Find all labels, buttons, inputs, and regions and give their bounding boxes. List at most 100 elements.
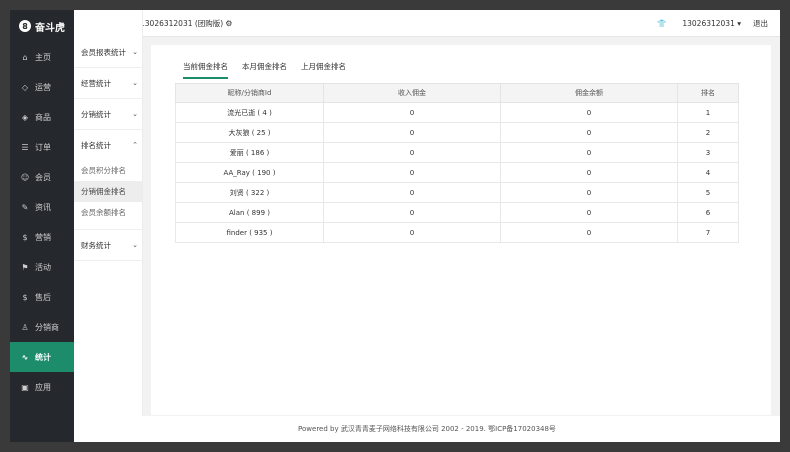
table-cell: 0 (323, 202, 501, 223)
store-switcher[interactable]: 13026312031 (团购版) ⚙ (140, 18, 232, 29)
subside-group: 财务统计 ⌄ (74, 230, 142, 261)
subside-item[interactable]: 会员积分排名 (74, 160, 142, 181)
user-icon: ♙ (21, 322, 29, 332)
table-header-cell: 排名 (677, 83, 739, 103)
table-cell: finder ( 935 ) (175, 222, 324, 243)
user-menu[interactable]: 13026312031 ▾ (682, 19, 741, 28)
subside-group-header[interactable]: 经营统计 ⌄ (74, 68, 142, 98)
sidebar-item-label: 活动 (35, 262, 51, 272)
edit-icon: ✎ (21, 202, 29, 212)
sidebar-item-label: 售后 (35, 292, 51, 302)
subside-group: 会员报表统计 ⌄ (74, 37, 142, 68)
subside-item[interactable]: 会员余额排名 (74, 202, 142, 223)
tab[interactable]: 上月佣金排名 (301, 61, 346, 79)
smile-icon: ☺ (20, 172, 30, 182)
table-cell: 0 (500, 222, 678, 243)
chevron-icon: ⌄ (132, 48, 138, 56)
top-bar-right: 👕 13026312031 ▾ 退出 (657, 18, 780, 29)
table-row: AA_Ray ( 190 ) 0 0 4 (175, 162, 739, 183)
table-header-cell: 昵称/分销商Id (175, 83, 324, 103)
app-icon: ▣ (21, 382, 29, 392)
subside-group-title: 经营统计 (81, 78, 111, 88)
ranking-tabs: 当前佣金排名 本月佣金排名 上月佣金排名 (183, 61, 346, 79)
home-icon: ⌂ (22, 52, 28, 62)
sidebar-item[interactable]: $ 营销 (10, 222, 74, 252)
table-cell: 0 (500, 182, 678, 203)
tab[interactable]: 当前佣金排名 (183, 61, 228, 79)
logo-text: 奋斗虎 (35, 22, 65, 34)
chevron-icon: ⌄ (132, 79, 138, 87)
sidebar-item[interactable]: ◈ 商品 (10, 102, 74, 132)
logo[interactable]: 8 奋斗虎 (10, 10, 74, 42)
table-cell: 流光已逝 ( 4 ) (175, 102, 324, 123)
table-header-row: 昵称/分销商Id 收入佣金 佣金余额 排名 (175, 83, 739, 103)
sidebar-item[interactable]: ⚑ 活动 (10, 252, 74, 282)
sidebar-item[interactable]: ▣ 应用 (10, 372, 74, 402)
table-cell: Alan ( 899 ) (175, 202, 324, 223)
logo-mark-icon: 8 (19, 20, 31, 32)
subside-group-header[interactable]: 分销统计 ⌄ (74, 99, 142, 129)
sidebar-item[interactable]: ∿ 统计 (10, 342, 74, 372)
sidebar-item[interactable]: ⌂ 主页 (10, 42, 74, 72)
main-content: 当前佣金排名 本月佣金排名 上月佣金排名 昵称/分销商Id 收入佣金 佣金余额 排名 流光… (151, 45, 771, 415)
sidebar-item[interactable]: ◇ 运营 (10, 72, 74, 102)
subside-group-header[interactable]: 会员报表统计 ⌄ (74, 37, 142, 67)
table-body: 流光已逝 ( 4 ) 0 0 1 大灰狼 ( 25 ) 0 0 2 爱丽 ( 186 ) 0 0 3 A… (175, 102, 739, 243)
main-sidebar: 8 奋斗虎 ⌂ 主页 ◇ 运营 ◈ 商品 ☰ 订单 ☺ 会员 ✎ 资讯 $ 营销 ⚑ 活动 $ 售后 ♙ 分销商 ∿ 统计… (10, 10, 74, 442)
subside-group: 排名统计 ⌃ 会员积分排名 分销佣金排名 会员余额排名 (74, 130, 142, 230)
table-row: 流光已逝 ( 4 ) 0 0 1 (175, 102, 739, 123)
ranking-table-wrap: 昵称/分销商Id 收入佣金 佣金余额 排名 流光已逝 ( 4 ) 0 0 1 大灰狼 ( 25… (175, 83, 739, 243)
subside-group-header[interactable]: 排名统计 ⌃ (74, 130, 142, 160)
table-cell: AA_Ray ( 190 ) (175, 162, 324, 183)
shirt-icon[interactable]: 👕 (657, 19, 666, 28)
top-bar: ☰ ↻ 13026312031 (团购版) ⚙ 👕 13026312031 ▾ … (74, 10, 780, 37)
secondary-sidebar: 会员报表统计 ⌄ 经营统计 ⌄ 分销统计 ⌄ 排名统计 ⌃ 会员积分排名 分销佣金排名 会员余额排名… (74, 10, 143, 442)
table-cell: 6 (677, 202, 739, 223)
table-cell: 3 (677, 142, 739, 163)
tag-icon: ◈ (21, 112, 29, 122)
sidebar-item-label: 分销商 (35, 322, 59, 332)
sidebar-item[interactable]: $ 售后 (10, 282, 74, 312)
table-cell: 大灰狼 ( 25 ) (175, 122, 324, 143)
sidebar-item[interactable]: ♙ 分销商 (10, 312, 74, 342)
sidebar-item-label: 主页 (35, 52, 51, 62)
sidebar-item-label: 应用 (35, 382, 51, 392)
chevron-icon: ⌄ (132, 241, 138, 249)
subside-group-title: 财务统计 (81, 240, 111, 250)
table-cell: 0 (323, 222, 501, 243)
app-window: 8 奋斗虎 ⌂ 主页 ◇ 运营 ◈ 商品 ☰ 订单 ☺ 会员 ✎ 资讯 $ 营销 ⚑ 活动 $ 售后 ♙ 分销商 ∿ 统计… (10, 10, 780, 442)
tab[interactable]: 本月佣金排名 (242, 61, 287, 79)
table-row: finder ( 935 ) 0 0 7 (175, 222, 739, 243)
sidebar-nav: ⌂ 主页 ◇ 运营 ◈ 商品 ☰ 订单 ☺ 会员 ✎ 资讯 $ 营销 ⚑ 活动 $ 售后 ♙ 分销商 ∿ 统计 ▣ 应用 (10, 42, 74, 402)
table-cell: 0 (323, 102, 501, 123)
table-cell: 0 (323, 142, 501, 163)
list-icon: ☰ (21, 142, 29, 152)
subside-group-header[interactable]: 财务统计 ⌄ (74, 230, 142, 260)
chevron-icon: ⌃ (132, 141, 138, 149)
sidebar-item-label: 订单 (35, 142, 51, 152)
gear-icon: ⚙ (225, 18, 233, 28)
subside-group-title: 排名统计 (81, 140, 111, 150)
sidebar-item-label: 运营 (35, 82, 51, 92)
subside-groups: 会员报表统计 ⌄ 经营统计 ⌄ 分销统计 ⌄ 排名统计 ⌃ 会员积分排名 分销佣金排名 会员余额排名… (74, 37, 142, 261)
table-row: Alan ( 899 ) 0 0 6 (175, 202, 739, 223)
sidebar-item[interactable]: ☰ 订单 (10, 132, 74, 162)
table-row: 刘贤 ( 322 ) 0 0 5 (175, 182, 739, 203)
table-cell: 0 (500, 202, 678, 223)
sidebar-item[interactable]: ✎ 资讯 (10, 192, 74, 222)
sidebar-item-label: 会员 (35, 172, 51, 182)
subside-group: 经营统计 ⌄ (74, 68, 142, 99)
table-cell: 刘贤 ( 322 ) (175, 182, 324, 203)
table-cell: 0 (500, 162, 678, 183)
footer-text: Powered by 武汉青青麦子网络科技有限公司 2002 - 2019. 鄂… (298, 425, 556, 433)
table-cell: 0 (323, 182, 501, 203)
pulse-icon: ∿ (21, 352, 29, 362)
subside-item[interactable]: 分销佣金排名 (74, 181, 142, 202)
shield-icon: ◇ (21, 82, 29, 92)
table-row: 大灰狼 ( 25 ) 0 0 2 (175, 122, 739, 143)
table-cell: 0 (500, 102, 678, 123)
logout-link[interactable]: 退出 (753, 18, 768, 29)
sidebar-item[interactable]: ☺ 会员 (10, 162, 74, 192)
sidebar-item-label: 商品 (35, 112, 51, 122)
dollar-icon: $ (22, 232, 28, 242)
